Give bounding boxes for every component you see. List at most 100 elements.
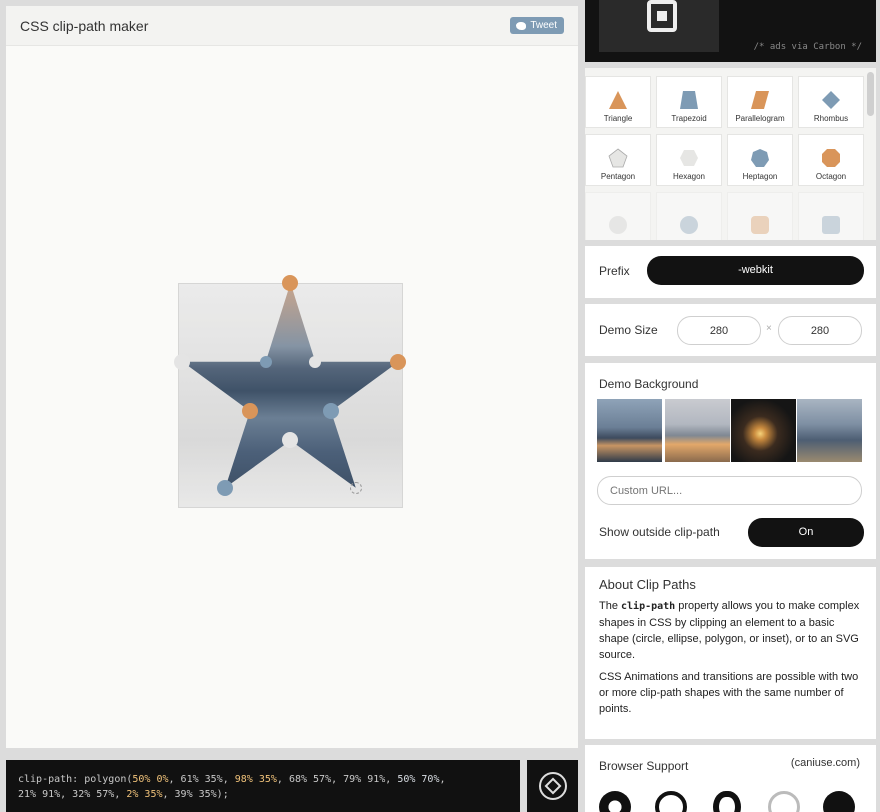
ad-credit: /* ads via Carbon */ [753, 42, 862, 52]
point-handle-9[interactable] [174, 354, 190, 370]
shape-label: Trapezoid [671, 114, 707, 123]
shape-tile-octagon[interactable]: Octagon [798, 134, 864, 186]
decagon-icon [680, 216, 698, 234]
shape-tile-pentagon[interactable]: Pentagon [585, 134, 651, 186]
code-text: , 61% 35%, [168, 774, 235, 785]
point-handle-6[interactable] [282, 432, 298, 448]
browser-support-card: Browser Support (caniuse.com) [585, 745, 876, 812]
custom-url-input[interactable] [597, 476, 862, 505]
point-handle-7[interactable] [217, 480, 233, 496]
code-point-1: 50% 0% [132, 774, 169, 785]
demo-height-input[interactable] [778, 316, 862, 345]
code-text: , [439, 774, 446, 785]
code-point-9: 2% 35% [126, 789, 163, 800]
point-handle-4[interactable] [323, 403, 339, 419]
code-text: 21% 91%, 32% 57%, [18, 789, 127, 800]
tweet-label: Tweet [530, 20, 557, 31]
hexagon-icon [680, 150, 698, 166]
tweet-button[interactable]: Tweet [510, 17, 564, 34]
point-handle-10[interactable] [260, 356, 272, 368]
times-sign: × [766, 323, 772, 334]
rhombus-icon [822, 91, 840, 109]
about-text-part: The [599, 600, 622, 612]
shape-label: Heptagon [742, 172, 778, 181]
shape-picker: Triangle Trapezoid Parallelogram Rhombus… [585, 68, 876, 240]
about-text: The clip-path property allows you to mak… [599, 598, 862, 717]
ad-image [599, 0, 719, 52]
point-handle-5[interactable] [350, 482, 362, 494]
shape-label: Parallelogram [735, 114, 785, 123]
code-text: clip-path: polygon( [18, 774, 133, 785]
header-bar: CSS clip-path maker Tweet [6, 6, 578, 46]
pentagon-icon [608, 148, 628, 168]
about-paragraph-1: The clip-path property allows you to mak… [599, 598, 862, 663]
clip-path-demo [174, 275, 406, 508]
codepen-icon [538, 772, 567, 800]
shape-label: Rhombus [813, 114, 849, 123]
opera-icon [713, 791, 741, 812]
firefox-icon [823, 791, 855, 812]
prefix-label: Prefix [599, 264, 630, 278]
shape-grid-scrollbar[interactable] [867, 72, 874, 116]
shape-tile-more[interactable] [798, 192, 864, 240]
about-card: About Clip Paths The clip-path property … [585, 567, 876, 739]
octagon-icon [822, 149, 840, 167]
nonagon-icon [609, 216, 627, 234]
triangle-icon [609, 91, 627, 109]
shape-label: Hexagon [672, 172, 706, 181]
demo-width-input[interactable] [677, 316, 761, 345]
shape-tile-parallelogram[interactable]: Parallelogram [727, 76, 793, 128]
shape-tile-hexagon[interactable]: Hexagon [656, 134, 722, 186]
code-text: , 39% 35%); [162, 789, 229, 800]
parallelogram-icon [751, 91, 769, 109]
carbon-ad[interactable]: /* ads via Carbon */ [585, 0, 876, 62]
prefix-toggle[interactable]: -webkit [647, 256, 864, 285]
demo-background-label: Demo Background [599, 377, 699, 391]
show-outside-toggle[interactable]: On [748, 518, 864, 547]
demo-size-label: Demo Size [599, 323, 658, 337]
demo-size-card: Demo Size × [585, 304, 876, 356]
ie-icon [768, 791, 800, 812]
app-title: CSS clip-path maker [20, 17, 149, 34]
shape-label: Triangle [603, 114, 633, 123]
shape-tile-more[interactable] [727, 192, 793, 240]
background-thumb-bridge[interactable] [597, 399, 662, 462]
trapezoid-icon [680, 91, 698, 109]
shape-tile-rhombus[interactable]: Rhombus [798, 76, 864, 128]
ad-logo-icon [647, 0, 677, 32]
shape-tile-heptagon[interactable]: Heptagon [727, 134, 793, 186]
heptagon-icon [751, 149, 769, 167]
rabbet-icon [822, 216, 840, 234]
caniuse-link[interactable]: (caniuse.com) [791, 757, 860, 769]
safari-icon [655, 791, 687, 812]
background-thumb-sparkler[interactable] [731, 399, 796, 462]
prefix-card: Prefix -webkit [585, 246, 876, 298]
point-handle-3[interactable] [390, 354, 406, 370]
css-output-code[interactable]: clip-path: polygon(50% 0%, 61% 35%, 98% … [6, 760, 520, 812]
about-paragraph-2: CSS Animations and transitions are possi… [599, 671, 859, 715]
background-thumb-sea[interactable] [797, 399, 862, 462]
shape-tile-more[interactable] [585, 192, 651, 240]
browser-support-title: Browser Support [599, 759, 689, 773]
code-point-3: 98% 35% [234, 774, 277, 785]
point-handle-1[interactable] [282, 275, 298, 291]
shape-tile-trapezoid[interactable]: Trapezoid [656, 76, 722, 128]
chrome-icon [599, 791, 631, 812]
shape-tile-triangle[interactable]: Triangle [585, 76, 651, 128]
shape-label: Octagon [815, 172, 847, 181]
demo-background-card: Demo Background Show outside clip-path O… [585, 363, 876, 559]
code-point-6: 50% 70% [397, 774, 440, 785]
point-handle-8[interactable] [242, 403, 258, 419]
editor-panel: CSS clip-path maker Tweet [6, 6, 578, 748]
bevel-icon [751, 216, 769, 234]
about-code: clip-path [621, 601, 676, 612]
background-thumb-coast[interactable] [665, 399, 730, 462]
point-handle-2[interactable] [309, 356, 321, 368]
about-title: About Clip Paths [599, 577, 696, 592]
code-text: , 68% 57%, 79% 91%, [276, 774, 398, 785]
show-outside-label: Show outside clip-path [599, 525, 720, 539]
codepen-button[interactable] [527, 760, 578, 812]
shape-label: Pentagon [600, 172, 636, 181]
shape-tile-more[interactable] [656, 192, 722, 240]
twitter-bird-icon [516, 21, 527, 30]
